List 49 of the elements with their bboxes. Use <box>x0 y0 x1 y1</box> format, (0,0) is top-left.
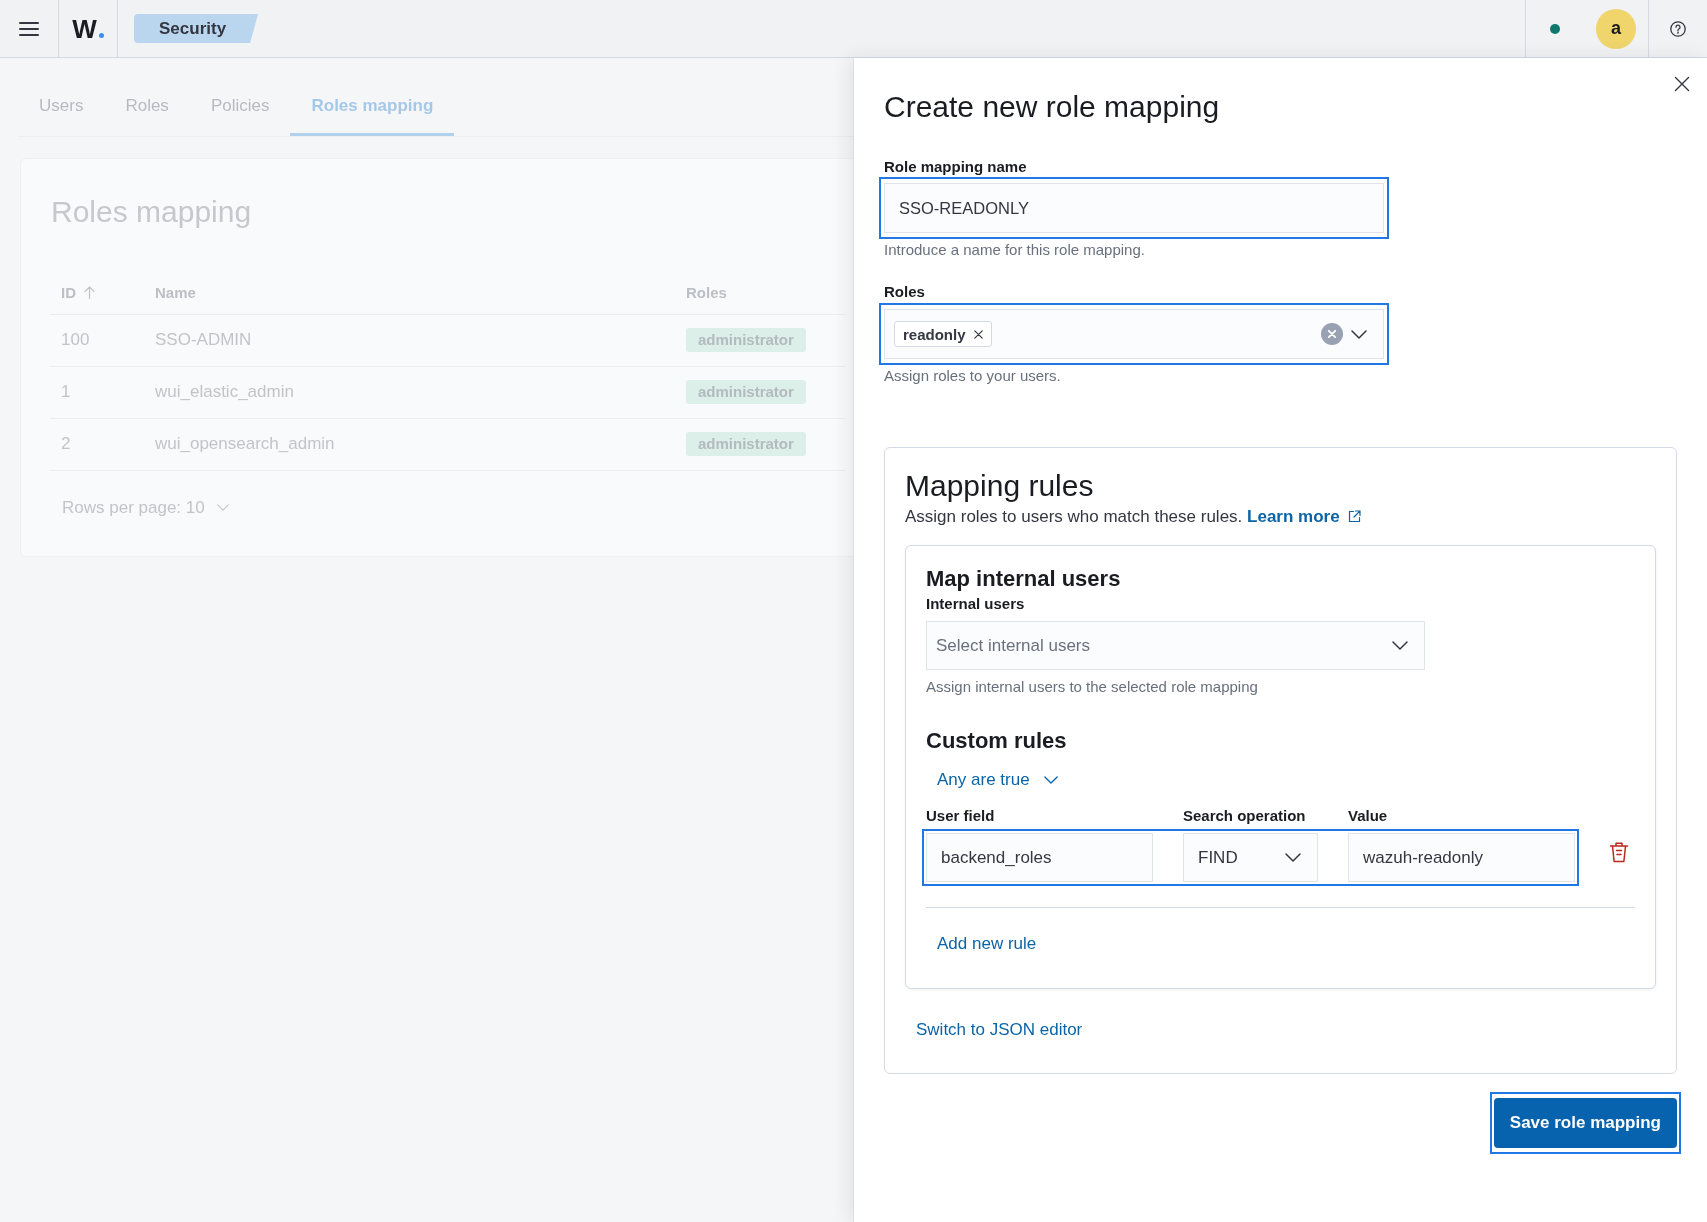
table-cell: wui_elastic_admin <box>144 366 675 418</box>
arrow-up-icon <box>84 285 95 299</box>
match-operator-dropdown[interactable]: Any are true <box>926 764 1069 796</box>
status-dot-icon <box>1550 23 1560 34</box>
help-text: Introduce a name for this role mapping. <box>884 241 1146 259</box>
help-text: Assign internal users to the selected role mapping <box>926 678 1259 696</box>
field-label: Roles <box>884 282 926 302</box>
user-field-input[interactable]: backend_roles <box>926 833 1153 882</box>
field-label: Role mapping name <box>884 157 1028 177</box>
help-icon[interactable] <box>1670 20 1686 37</box>
role-chip[interactable]: readonly <box>894 321 992 347</box>
chevron-down-icon <box>1285 853 1301 862</box>
table-cell: 1 <box>50 366 144 418</box>
help-text: Assign roles to your users. <box>884 367 1062 385</box>
user-avatar[interactable]: a <box>1596 8 1636 49</box>
save-button[interactable]: Save role mapping <box>1493 1098 1677 1148</box>
menu-icon[interactable] <box>19 20 39 37</box>
remove-icon[interactable] <box>973 329 983 339</box>
chevron-down-icon <box>216 504 229 511</box>
name-input[interactable]: SSO-READONLY <box>884 183 1384 233</box>
trash-icon[interactable] <box>1609 841 1629 863</box>
field-label: Value <box>1348 806 1389 826</box>
section-title: Mapping rules <box>905 468 1095 504</box>
table-cell: 100 <box>50 314 144 366</box>
field-label: User field <box>926 806 996 826</box>
chevron-down-icon <box>1351 329 1367 339</box>
clear-icon[interactable] <box>1321 323 1343 345</box>
search-operation-select[interactable]: FIND <box>1183 833 1318 882</box>
table-cell: SSO-ADMIN <box>144 314 675 366</box>
app-logo[interactable]: W <box>72 15 104 42</box>
section-heading: Map internal users <box>926 565 1122 593</box>
chevron-down-icon <box>1043 776 1058 784</box>
value-input[interactable]: wazuh-readonly <box>1348 833 1575 882</box>
chevron-down-icon <box>1392 641 1408 650</box>
description-text: Assign roles to users who match these rules. Learn more <box>905 505 1656 529</box>
roles-combo-box[interactable]: readonly <box>884 309 1384 359</box>
external-link-icon <box>1347 510 1361 523</box>
table-cell: 2 <box>50 418 144 470</box>
internal-users-select[interactable]: Select internal users <box>926 621 1425 670</box>
field-label: Search operation <box>1183 806 1307 826</box>
section-heading: Custom rules <box>926 727 1068 755</box>
learn-more-link[interactable]: Learn more <box>1247 507 1361 526</box>
field-label: Internal users <box>926 594 1026 614</box>
add-rule-link[interactable]: Add new rule <box>926 928 1048 960</box>
close-icon[interactable] <box>1674 76 1690 92</box>
table-cell: wui_opensearch_admin <box>144 418 675 470</box>
flyout-title: Create new role mapping <box>884 89 1221 125</box>
breadcrumb[interactable]: Security <box>134 14 259 43</box>
json-editor-link[interactable]: Switch to JSON editor <box>905 1014 1094 1046</box>
